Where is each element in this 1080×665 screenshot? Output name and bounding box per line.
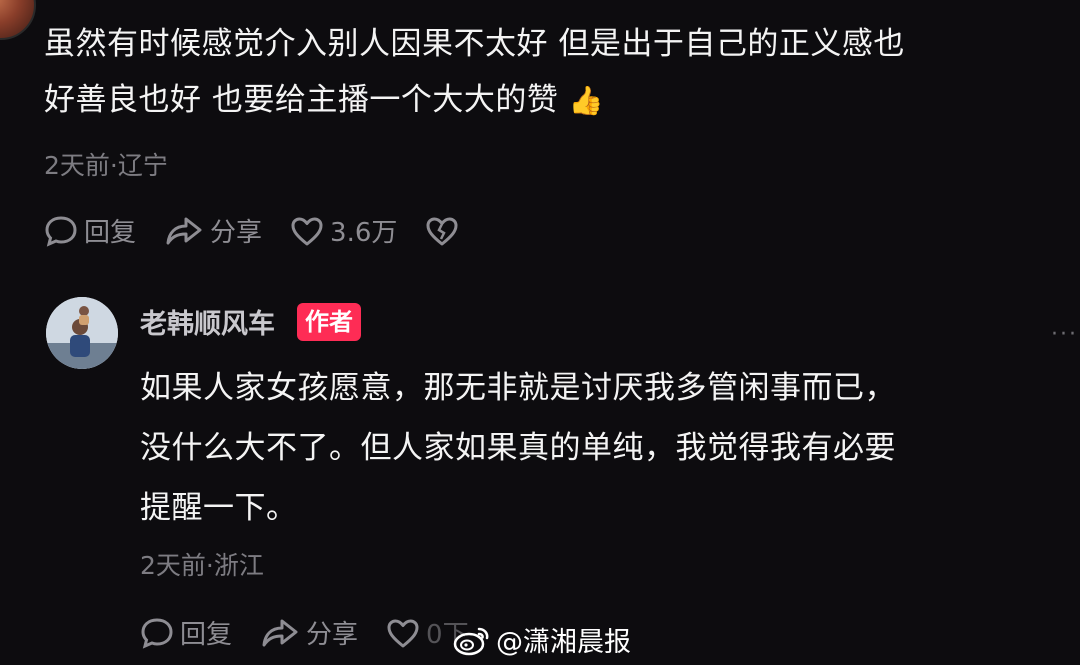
- reply-line-1: 如果人家女孩愿意，那无非就是讨厌我多管闲事而已，: [140, 370, 896, 406]
- watermark: @潇湘晨报: [452, 620, 631, 659]
- reply-line-3: 提醒一下。: [140, 490, 298, 526]
- reply-share-button[interactable]: 分享: [260, 614, 358, 651]
- comment-body: 虽然有时候感觉介入别人因果不太好 但是出于自己的正义感也 好善良也好 也要给主播…: [44, 16, 1080, 129]
- reply-button[interactable]: 回复: [44, 212, 136, 249]
- weibo-logo-icon: [453, 627, 489, 655]
- share-label: 分享: [306, 620, 359, 650]
- share-arrow-icon: [262, 619, 298, 646]
- author-badge: 作者: [297, 302, 361, 341]
- reply-line-2: 没什么大不了。但人家如果真的单纯，我觉得我有必要: [140, 430, 896, 466]
- author-name[interactable]: 老韩顺风车: [140, 302, 275, 341]
- comment-line-1: 虽然有时候感觉介入别人因果不太好 但是出于自己的正义感也: [44, 26, 905, 62]
- watermark-text: @潇湘晨报: [496, 627, 631, 658]
- reply-actions: 回复 分享 0下: [140, 614, 497, 651]
- like-button[interactable]: 3.6万: [290, 212, 397, 249]
- reply-label: 回复: [84, 218, 137, 248]
- more-options-button[interactable]: ···: [1051, 322, 1078, 347]
- like-count: 3.6万: [330, 218, 398, 248]
- share-arrow-icon: [166, 217, 202, 244]
- heart-icon: [387, 619, 419, 647]
- share-label: 分享: [210, 218, 263, 248]
- broken-heart-icon: [426, 217, 458, 245]
- reply-bubble-icon: [141, 617, 173, 649]
- author-photo: [46, 297, 118, 369]
- reply-body: 如果人家女孩愿意，那无非就是讨厌我多管闲事而已， 没什么大不了。但人家如果真的单…: [140, 358, 1070, 538]
- share-button[interactable]: 分享: [164, 212, 262, 249]
- heart-icon: [291, 217, 323, 245]
- comment-actions: 回复 分享 3.6万: [44, 212, 493, 249]
- comment-meta: 2天前·辽宁: [44, 151, 168, 180]
- commenter-avatar[interactable]: [0, 0, 36, 40]
- author-avatar[interactable]: [46, 297, 118, 369]
- reply-bubble-icon: [45, 215, 77, 247]
- reply-reply-button[interactable]: 回复: [140, 614, 232, 651]
- reply-label: 回复: [180, 620, 233, 650]
- author-header: 老韩顺风车 作者: [140, 302, 361, 341]
- dislike-button[interactable]: [425, 215, 465, 247]
- thumbs-up-emoji: 👍: [568, 84, 605, 117]
- reply-meta: 2天前·浙江: [140, 551, 264, 580]
- comment-line-2: 好善良也好 也要给主播一个大大的赞 👍: [44, 82, 605, 118]
